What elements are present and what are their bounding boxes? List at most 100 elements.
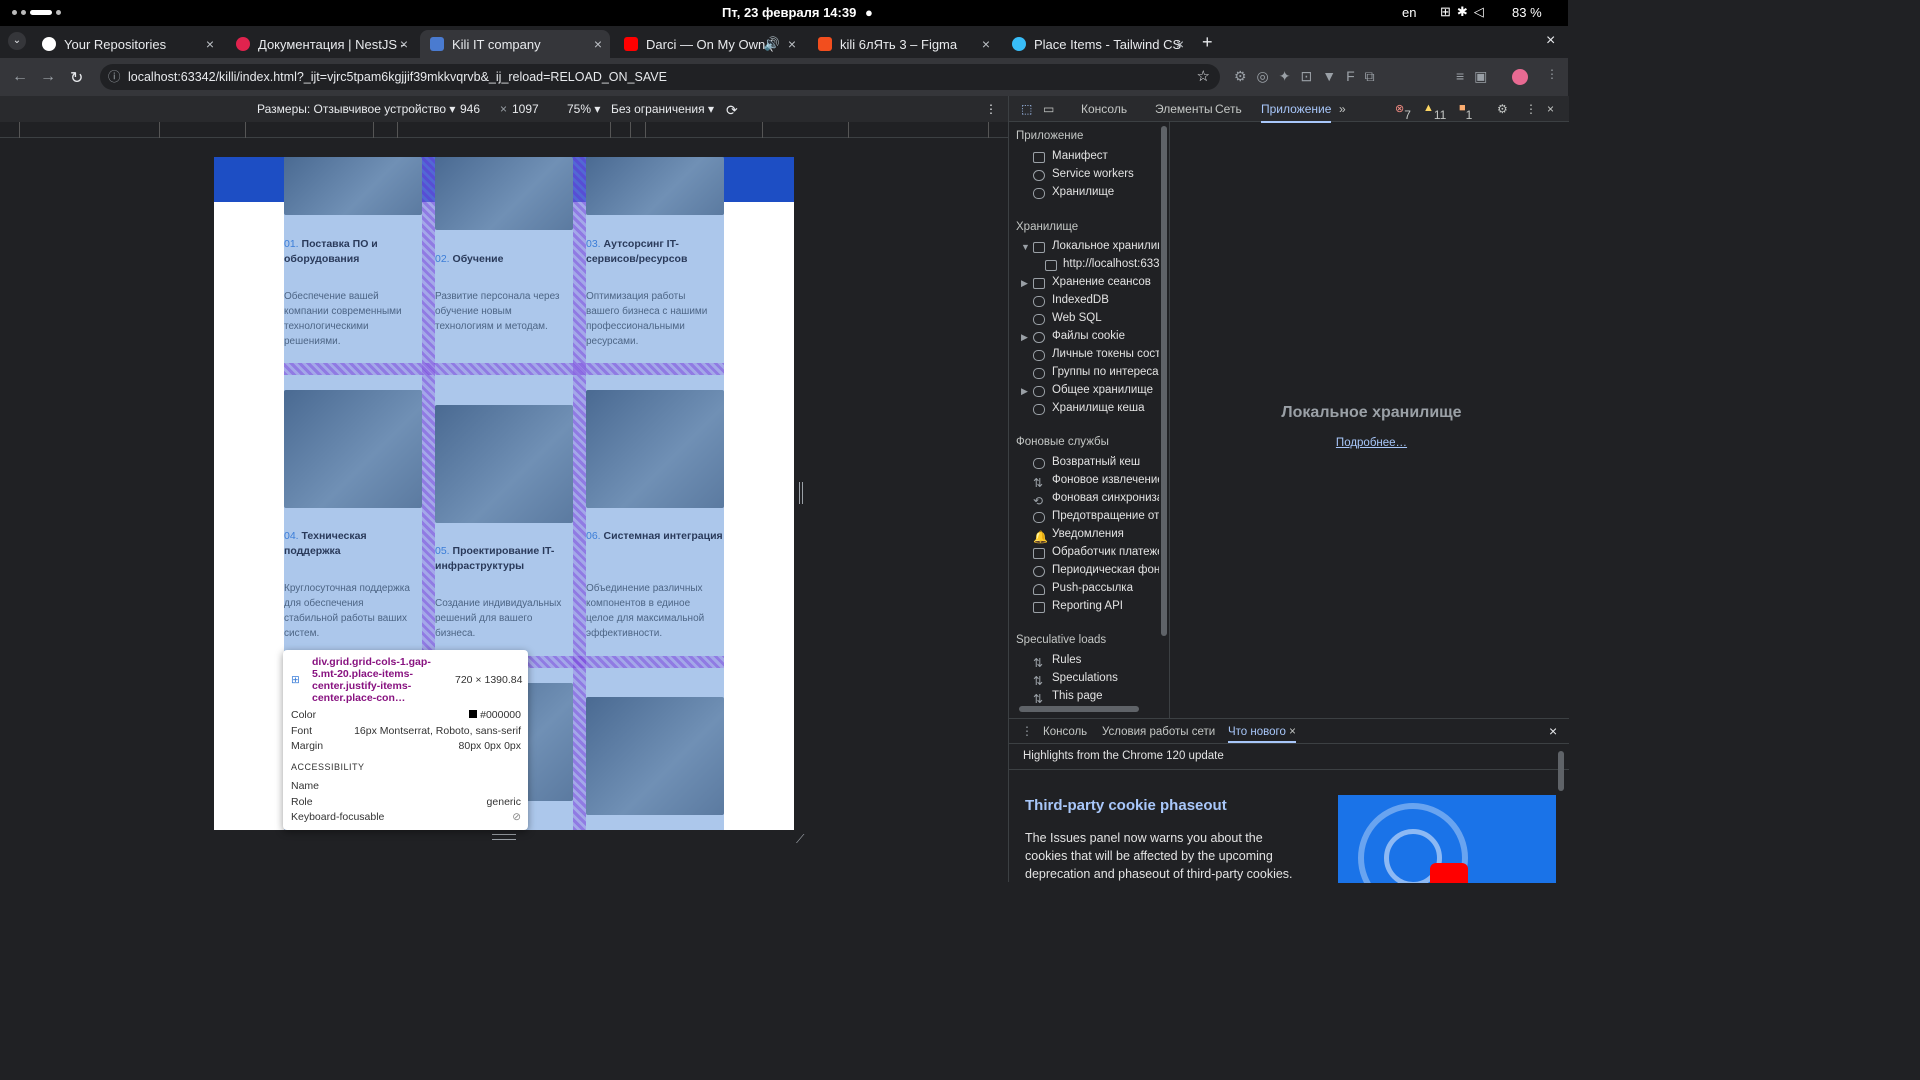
sidebar-item-websql[interactable]: Web SQL: [1052, 312, 1102, 324]
audio-playing-icon[interactable]: 🔊: [764, 36, 780, 52]
close-drawer-icon[interactable]: ×: [1549, 723, 1557, 739]
tab-application[interactable]: Приложение: [1261, 102, 1332, 123]
close-tab-icon[interactable]: ×: [1176, 36, 1184, 52]
color-swatch: [469, 710, 478, 718]
workspace-indicator[interactable]: [12, 10, 61, 15]
viewport-resize-corner-icon[interactable]: ⟋: [796, 832, 804, 847]
drawer-scrollbar[interactable]: [1558, 751, 1564, 791]
tab-tailwind-place-items[interactable]: Place Items - Tailwind CS ×: [1002, 30, 1192, 58]
sidebar-scrollbar[interactable]: [1161, 126, 1167, 636]
sidebar-item-payment-handler[interactable]: Обработчик платежей: [1052, 546, 1159, 558]
bookmark-star-icon[interactable]: ☆: [1197, 64, 1210, 90]
whats-new-heading[interactable]: Third-party cookie phaseout: [1025, 797, 1227, 814]
sidebar-item-indexeddb[interactable]: IndexedDB: [1052, 294, 1109, 306]
sidebar-item-push[interactable]: Push-рассылка: [1052, 582, 1133, 594]
close-window-button[interactable]: ×: [1546, 32, 1555, 50]
sidebar-item-storage[interactable]: Хранилище: [1052, 186, 1114, 198]
close-tab-icon[interactable]: ×: [594, 36, 602, 52]
site-info-icon[interactable]: ⓘ: [108, 64, 121, 90]
expand-arrow-icon[interactable]: ▼: [1021, 242, 1030, 252]
tab-nestjs-docs[interactable]: Документация | NestJS - ×: [226, 30, 416, 58]
grid-gap-column: [573, 157, 586, 830]
dimensions-dropdown[interactable]: Размеры: Отзывчивое устройство ▾: [257, 102, 455, 116]
reload-icon[interactable]: ↻: [70, 68, 83, 88]
sidebar-item-local-storage[interactable]: Локальное хранилищ: [1052, 240, 1159, 252]
tab-figma[interactable]: kili 6лЯть 3 – Figma ×: [808, 30, 998, 58]
sidebar-item-interest-groups[interactable]: Группы по интересам: [1052, 366, 1159, 378]
sidebar-item-bfcache[interactable]: Возвратный кеш: [1052, 456, 1140, 468]
collapse-arrow-icon[interactable]: ▶: [1021, 278, 1028, 289]
close-tab-icon[interactable]: ×: [788, 36, 796, 52]
sidebar-item-this-page[interactable]: This page: [1052, 690, 1103, 702]
tab-elements[interactable]: Элементы: [1155, 102, 1213, 116]
viewport-resize-handle-right[interactable]: [799, 482, 803, 504]
sidebar-item-periodic-sync[interactable]: Периодическая фоно: [1052, 564, 1159, 576]
forward-icon[interactable]: →: [40, 68, 56, 86]
sidebar-item-rules[interactable]: Rules: [1052, 654, 1081, 666]
tab-console[interactable]: Консоль: [1081, 102, 1127, 116]
tab-search-icon[interactable]: ⌄: [8, 32, 26, 50]
width-input[interactable]: 946: [460, 102, 480, 116]
collapse-arrow-icon[interactable]: ▶: [1021, 332, 1028, 343]
issues-count[interactable]: ■ 1: [1459, 102, 1472, 122]
menu-kebab-icon[interactable]: ⋮: [1546, 67, 1558, 81]
sidebar-item-speculations[interactable]: Speculations: [1052, 672, 1118, 684]
back-icon[interactable]: ←: [12, 68, 28, 86]
viewport-resize-handle-bottom[interactable]: [492, 834, 516, 840]
errors-count[interactable]: ⊗ 7: [1395, 102, 1411, 122]
tab-youtube-darci[interactable]: Darci — On My Own (🔊 ×: [614, 30, 804, 58]
sidebar-item-reporting-api[interactable]: Reporting API: [1052, 600, 1123, 612]
device-mode-icon[interactable]: ▭: [1043, 102, 1054, 116]
tab-network[interactable]: Сеть: [1215, 102, 1242, 116]
system-clock[interactable]: Пт, 23 февраля 14:39: [722, 5, 856, 20]
sidebar-item-bg-sync[interactable]: Фоновая синхронизац: [1052, 492, 1159, 504]
card-title: 06. Системная интеграция: [586, 530, 723, 542]
sidebar-item-bounce-tracking[interactable]: Предотвращение отс.: [1052, 510, 1159, 522]
device-more-icon[interactable]: ⋮: [985, 102, 997, 116]
throttle-dropdown[interactable]: Без ограничения ▾: [611, 102, 714, 116]
sidebar-item-cache-storage[interactable]: Хранилище кеша: [1052, 402, 1144, 414]
drawer-tab-whats-new[interactable]: Что нового ×: [1228, 719, 1296, 743]
sidebar-item-session-storage[interactable]: Хранение сеансов: [1052, 276, 1151, 288]
learn-more-link[interactable]: Подробнее…: [1174, 437, 1569, 449]
devtools-menu-icon[interactable]: ⋮: [1525, 102, 1537, 116]
media-query-ruler[interactable]: [0, 122, 1008, 138]
battery-level[interactable]: 83 %: [1512, 5, 1542, 20]
extensions-icons[interactable]: ⚙◎✦⊡▼F⧉: [1234, 68, 1385, 85]
sidebar-item-manifest[interactable]: Манифест: [1052, 150, 1108, 162]
sidebar-item-service-workers[interactable]: Service workers: [1052, 168, 1134, 180]
sidebar-item-localhost[interactable]: http://localhost:6334: [1063, 258, 1159, 270]
sidebar-item-notifications[interactable]: Уведомления: [1052, 528, 1124, 540]
collapse-arrow-icon[interactable]: ▶: [1021, 386, 1028, 397]
reading-list-icon[interactable]: ≡▣: [1456, 68, 1497, 85]
drawer-tab-network-conditions[interactable]: Условия работы сети: [1102, 726, 1215, 738]
settings-gear-icon[interactable]: ⚙: [1497, 102, 1508, 116]
warnings-count[interactable]: ▲ 11: [1423, 102, 1446, 122]
sidebar-item-bg-fetch[interactable]: Фоновое извлечение: [1052, 474, 1159, 486]
close-tab-icon[interactable]: ×: [982, 36, 990, 52]
tab-your-repositories[interactable]: Your Repositories ×: [32, 30, 222, 58]
close-devtools-icon[interactable]: ×: [1547, 102, 1554, 116]
times-sign: ×: [500, 102, 508, 116]
whats-new-video-thumbnail[interactable]: [1338, 795, 1556, 883]
more-tabs-icon[interactable]: »: [1339, 102, 1346, 116]
sidebar-item-shared-storage[interactable]: Общее хранилище: [1052, 384, 1153, 396]
rotate-icon[interactable]: ⟳: [726, 102, 738, 119]
drawer-tab-console[interactable]: Консоль: [1043, 726, 1087, 738]
sidebar-item-cookies[interactable]: Файлы cookie: [1052, 330, 1125, 342]
tab-kili-it-company[interactable]: Kili IT company ×: [420, 30, 610, 58]
sidebar-h-scrollbar[interactable]: [1019, 706, 1139, 712]
drawer-menu-icon[interactable]: ⋮: [1021, 724, 1033, 738]
address-bar[interactable]: ⓘ localhost:63342/killi/index.html?_ijt=…: [100, 64, 1220, 90]
profile-avatar[interactable]: [1512, 69, 1528, 85]
new-tab-button[interactable]: +: [1202, 32, 1213, 53]
sidebar-item-private-tokens[interactable]: Личные токены состо: [1052, 348, 1159, 360]
inspect-element-icon[interactable]: ⬚: [1021, 102, 1032, 116]
keyboard-layout[interactable]: en: [1402, 5, 1416, 20]
close-tab-icon[interactable]: ×: [206, 36, 214, 52]
height-input[interactable]: 1097: [512, 102, 539, 116]
card-icon: [1033, 548, 1045, 559]
zoom-dropdown[interactable]: 75% ▾: [567, 102, 600, 116]
close-tab-icon[interactable]: ×: [400, 36, 408, 52]
system-tray-icons[interactable]: ⊞✱◁: [1440, 4, 1490, 20]
